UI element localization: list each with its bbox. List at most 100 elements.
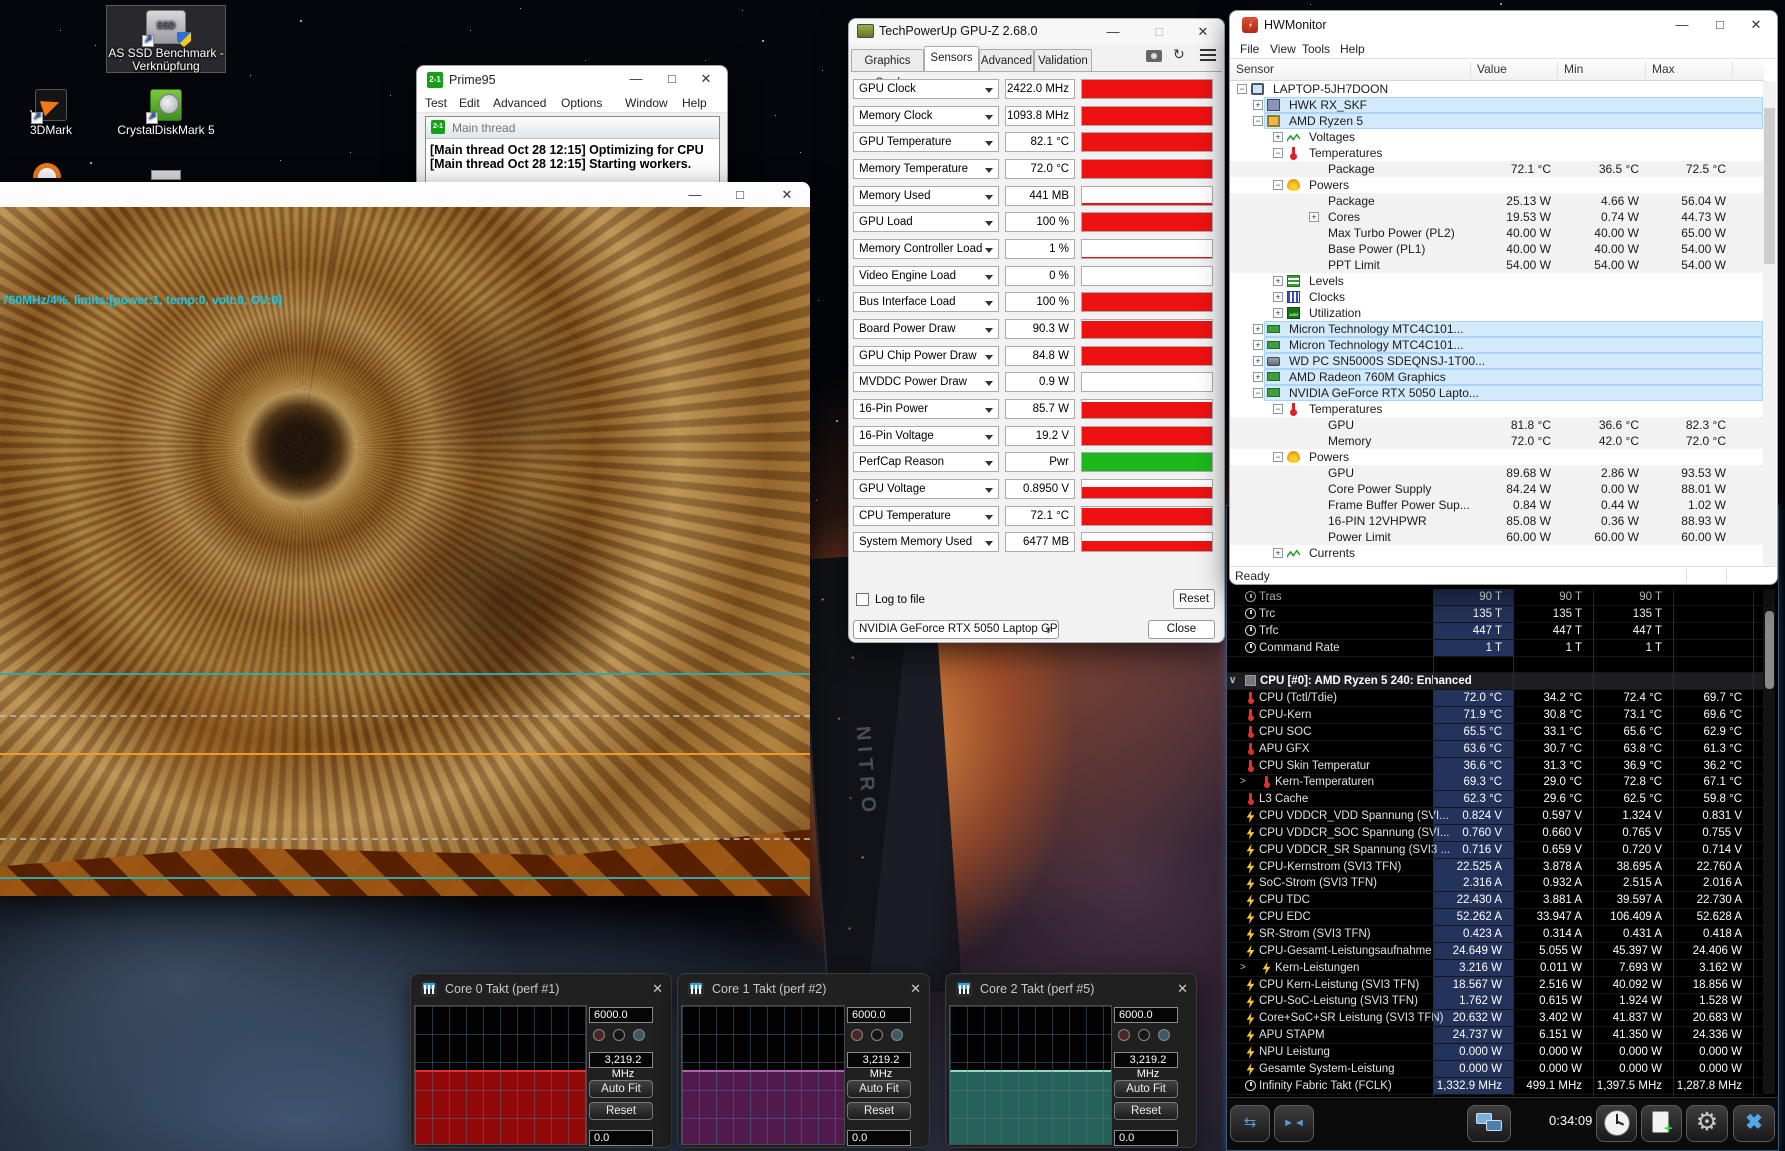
close-icon[interactable]: ✕ bbox=[910, 981, 921, 997]
report-button[interactable]: + bbox=[1641, 1105, 1682, 1142]
sensor-name[interactable]: Board Power Draw bbox=[853, 319, 999, 339]
sensor-row[interactable]: Infinity Fabric Takt (FCLK)1,332.9 MHz49… bbox=[1227, 1078, 1763, 1095]
sensor-row[interactable]: Core+SoC+SR Leistung (SVI3 TFN)20.632 W3… bbox=[1227, 1010, 1763, 1027]
color-option-button[interactable] bbox=[613, 1029, 625, 1041]
tree-expander[interactable]: − bbox=[1253, 116, 1263, 126]
sensor-row[interactable]: +Levels bbox=[1230, 273, 1766, 289]
sensor-row[interactable] bbox=[1227, 656, 1763, 673]
minimize-button[interactable]: — bbox=[1667, 12, 1697, 38]
collapse-chevron-icon[interactable]: ∨ bbox=[1229, 675, 1236, 686]
maximize-button[interactable]: □ bbox=[657, 66, 687, 92]
menu-item-advanced[interactable]: Advanced bbox=[493, 96, 546, 110]
tree-expander[interactable]: + bbox=[1273, 308, 1283, 318]
scrollbar-thumb[interactable] bbox=[1764, 108, 1775, 264]
sensor-row[interactable]: 16-PIN 12VHPWR85.08 W0.36 W88.93 W bbox=[1230, 513, 1766, 529]
sensor-row[interactable]: APU STAPM24.737 W6.151 W41.350 W24.336 W bbox=[1227, 1027, 1763, 1044]
sensor-row[interactable]: −Powers bbox=[1230, 449, 1766, 465]
tree-expander[interactable]: + bbox=[1253, 324, 1263, 334]
sensor-name[interactable]: GPU Temperature bbox=[853, 132, 999, 152]
menu-item-tools[interactable]: Tools bbox=[1302, 42, 1330, 56]
sensor-name[interactable]: Bus Interface Load bbox=[853, 292, 999, 312]
sensor-row[interactable]: CPU Kern-Leistung (SVI3 TFN)18.567 W2.51… bbox=[1227, 977, 1763, 994]
menu-item-window[interactable]: Window bbox=[625, 96, 668, 110]
sensor-row[interactable]: +AMD Radeon 760M Graphics bbox=[1230, 369, 1766, 385]
tab-validation[interactable]: Validation bbox=[1034, 49, 1092, 72]
close-button[interactable]: Close bbox=[1148, 620, 1215, 639]
sensor-name[interactable]: Memory Clock bbox=[853, 106, 999, 126]
tree-expander[interactable]: + bbox=[1253, 372, 1263, 382]
sensor-row[interactable]: +Clocks bbox=[1230, 289, 1766, 305]
tree-expander[interactable]: + bbox=[1309, 212, 1319, 222]
tree-expander[interactable]: + bbox=[1253, 340, 1263, 350]
scale-max-field[interactable]: 6000.0 bbox=[1114, 1007, 1178, 1023]
sensor-row[interactable]: >Kern-Leistungen3.216 W0.011 W7.693 W3.1… bbox=[1227, 960, 1763, 977]
sensor-row[interactable]: Base Power (PL1)40.00 W40.00 W54.00 W bbox=[1230, 241, 1766, 257]
sensor-row[interactable]: GPU89.68 W2.86 W93.53 W bbox=[1230, 465, 1766, 481]
minimize-button[interactable]: — bbox=[621, 66, 651, 92]
reset-button[interactable]: Reset bbox=[589, 1102, 653, 1120]
tree-expander[interactable]: + bbox=[1273, 132, 1283, 142]
sensor-row[interactable]: CPU VDDCR_VDD Spannung (SVI...0.824 V0.5… bbox=[1227, 808, 1763, 825]
sensor-row[interactable]: Trc135 T135 T135 T bbox=[1227, 606, 1763, 623]
minimize-button[interactable]: — bbox=[1098, 19, 1128, 45]
sensor-row[interactable]: Tras90 T90 T90 T bbox=[1227, 589, 1763, 606]
tab-graphics-card[interactable]: Graphics Card bbox=[851, 49, 924, 72]
color-option-button[interactable] bbox=[851, 1029, 863, 1041]
menu-item-help[interactable]: Help bbox=[1340, 42, 1365, 56]
sensor-row[interactable]: Memory72.0 °C42.0 °C72.0 °C bbox=[1230, 433, 1766, 449]
sensor-row[interactable]: Power Limit60.00 W60.00 W60.00 W bbox=[1230, 529, 1766, 545]
close-button[interactable]: ✕ bbox=[691, 66, 721, 92]
scale-max-field[interactable]: 6000.0 bbox=[847, 1007, 911, 1023]
scale-min-field[interactable]: 0.0 bbox=[589, 1130, 653, 1146]
sensor-row[interactable]: CPU-Kern71.9 °C30.8 °C73.1 °C69.6 °C bbox=[1227, 707, 1763, 724]
menu-item-file[interactable]: File bbox=[1240, 42, 1259, 56]
expand-chevron-icon[interactable]: > bbox=[1240, 776, 1246, 787]
sensor-row[interactable]: +Micron Technology MTC4C101... bbox=[1230, 337, 1766, 353]
sensor-row[interactable]: SoC-Strom (SVI3 TFN)2.316 A0.932 A2.515 … bbox=[1227, 875, 1763, 892]
minimize-button[interactable]: — bbox=[680, 182, 710, 207]
maximize-button[interactable]: □ bbox=[1705, 12, 1735, 38]
menu-item-options[interactable]: Options bbox=[561, 96, 602, 110]
sensor-row[interactable]: Package72.1 °C36.5 °C72.5 °C bbox=[1230, 161, 1766, 177]
tree-expander[interactable]: − bbox=[1273, 452, 1283, 462]
sensor-row[interactable]: +Cores19.53 W0.74 W44.73 W bbox=[1230, 209, 1766, 225]
desktop-icon-as-ssd-benchmark[interactable]: AS SSD Benchmark -Verknüpfung bbox=[106, 5, 226, 73]
sensor-row[interactable]: +Voltages bbox=[1230, 129, 1766, 145]
tree-expander[interactable]: + bbox=[1273, 276, 1283, 286]
column-header-value[interactable]: Value bbox=[1470, 62, 1557, 78]
reset-button[interactable]: Reset bbox=[1173, 589, 1215, 609]
sensor-name[interactable]: Memory Temperature bbox=[853, 159, 999, 179]
remote-monitors-button[interactable] bbox=[1467, 1105, 1511, 1142]
menu-item-edit[interactable]: Edit bbox=[459, 96, 480, 110]
sensor-name[interactable]: PerfCap Reason bbox=[853, 452, 999, 472]
color-option-button[interactable] bbox=[633, 1029, 645, 1041]
auto-fit-button[interactable]: Auto Fit bbox=[1114, 1080, 1178, 1098]
color-option-button[interactable] bbox=[1138, 1029, 1150, 1041]
column-header-empty[interactable] bbox=[1732, 62, 1766, 78]
scrollbar[interactable] bbox=[1763, 81, 1776, 568]
sensor-row[interactable]: −LAPTOP-5JH7DOON bbox=[1230, 81, 1766, 97]
sensor-row[interactable]: +HWK RX_SKF bbox=[1230, 97, 1766, 113]
sensor-row[interactable]: PPT Limit54.00 W54.00 W54.00 W bbox=[1230, 257, 1766, 273]
sensor-row[interactable]: ∨CPU [#0]: AMD Ryzen 5 240: Enhanced bbox=[1227, 673, 1763, 690]
tree-expander[interactable]: − bbox=[1273, 148, 1283, 158]
sensor-row[interactable]: +WD PC SN5000S SDEQNSJ-1T00... bbox=[1230, 353, 1766, 369]
sensor-row[interactable]: CPU TDC22.430 A3.881 A39.597 A22.730 A bbox=[1227, 892, 1763, 909]
gpuz-titlebar[interactable]: TechPowerUp GPU-Z 2.68.0 — □ ✕ bbox=[849, 19, 1224, 44]
sensor-row[interactable]: Max Turbo Power (PL2)40.00 W40.00 W65.00… bbox=[1230, 225, 1766, 241]
sensor-name[interactable]: GPU Chip Power Draw bbox=[853, 346, 999, 366]
hwmonitor-titlebar[interactable]: HWMonitor — □ ✕ bbox=[1230, 11, 1777, 39]
sensor-name[interactable]: System Memory Used bbox=[853, 532, 999, 552]
core-window-titlebar[interactable]: Core 1 Takt (perf #2)✕ bbox=[678, 974, 929, 1004]
auto-fit-button[interactable]: Auto Fit bbox=[589, 1080, 653, 1098]
menu-item-test[interactable]: Test bbox=[425, 96, 447, 110]
column-header-max[interactable]: Max bbox=[1645, 62, 1732, 78]
sensor-row[interactable]: CPU (Tctl/Tdie)72.0 °C34.2 °C72.4 °C69.7… bbox=[1227, 690, 1763, 707]
scrollbar[interactable] bbox=[1763, 589, 1775, 1094]
close-button[interactable]: ✕ bbox=[1741, 12, 1771, 38]
sensor-name[interactable]: GPU Clock bbox=[853, 79, 999, 99]
sensor-row[interactable]: APU GFX63.6 °C30.7 °C63.8 °C61.3 °C bbox=[1227, 741, 1763, 758]
core-window-titlebar[interactable]: Core 0 Takt (perf #1)✕ bbox=[411, 974, 671, 1004]
tree-expander[interactable]: + bbox=[1273, 548, 1283, 558]
column-header-sensor[interactable]: Sensor bbox=[1230, 62, 1470, 78]
